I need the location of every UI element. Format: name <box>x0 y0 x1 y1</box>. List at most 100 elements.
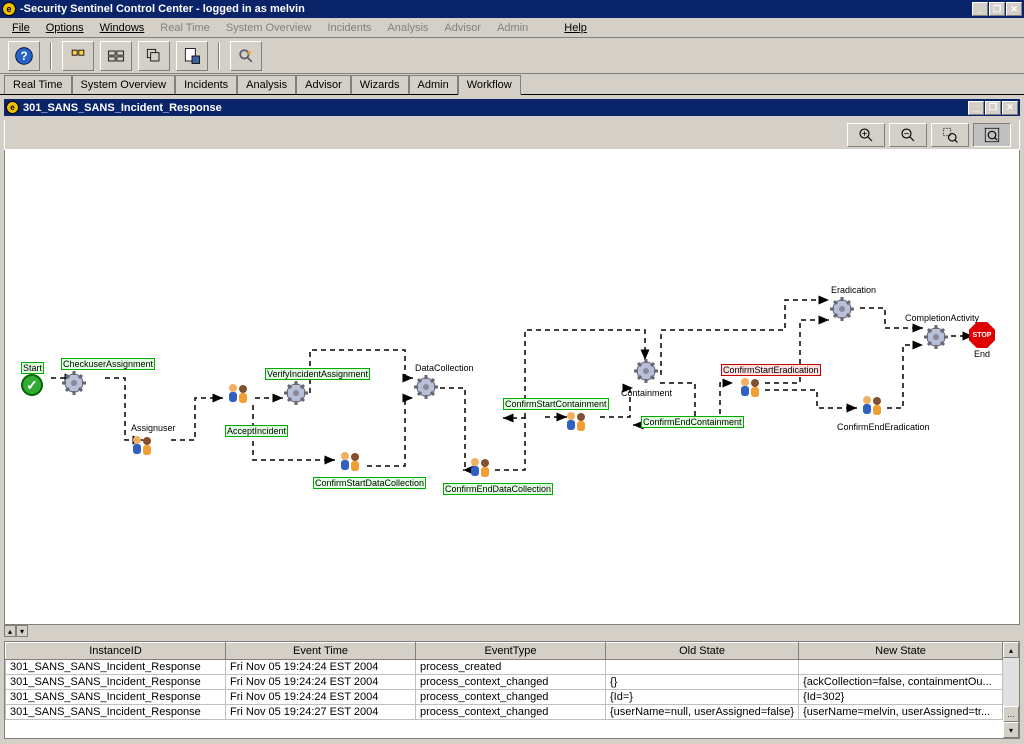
label-confirm-end-containment: ConfirmEndContainment <box>641 416 744 428</box>
menu-windows[interactable]: Windows <box>92 20 153 36</box>
tab-admin[interactable]: Admin <box>409 75 458 94</box>
inner-maximize-button[interactable]: ❐ <box>985 101 1001 115</box>
menu-help[interactable]: Help <box>556 20 595 36</box>
node-confirm-start-containment[interactable]: ConfirmStartContainment <box>503 398 609 437</box>
tab-wizards[interactable]: Wizards <box>351 75 409 94</box>
node-data-collection[interactable]: DataCollection <box>395 362 476 403</box>
node-confirm-start-eradication[interactable]: ConfirmStartEradication <box>721 364 821 403</box>
node-confirm-end-data-collection[interactable]: ConfirmEndDataCollection <box>443 456 553 495</box>
search-button[interactable] <box>230 41 262 71</box>
toolbar: ? <box>0 38 1024 74</box>
node-confirm-end-eradication[interactable]: ConfirmEndEradication <box>835 394 932 433</box>
inner-window-title: 301_SANS_SANS_Incident_Response <box>23 102 968 114</box>
save-view-button[interactable] <box>176 41 208 71</box>
menu-file[interactable]: File <box>4 20 38 36</box>
tab-advisor[interactable]: Advisor <box>296 75 351 94</box>
maximize-button[interactable]: ❐ <box>989 2 1005 16</box>
table-cell: Fri Nov 05 19:24:24 EST 2004 <box>226 690 416 705</box>
col-instanceid[interactable]: InstanceID <box>6 643 226 660</box>
scroll-ellipsis-button[interactable]: … <box>1003 706 1019 722</box>
label-confirm-end-eradication: ConfirmEndEradication <box>835 421 932 433</box>
node-confirm-start-data-collection[interactable]: ConfirmStartDataCollection <box>313 450 426 489</box>
scroll-up-button[interactable]: ▴ <box>1003 642 1019 658</box>
menu-admin: Admin <box>489 20 536 36</box>
scroll-down-button[interactable]: ▾ <box>1003 722 1019 738</box>
gear-icon <box>923 324 949 350</box>
help-button[interactable]: ? <box>8 41 40 71</box>
label-accept-incident: AcceptIncident <box>225 425 288 437</box>
cascade-button[interactable] <box>138 41 170 71</box>
col-oldstate[interactable]: Old State <box>606 643 799 660</box>
main-titlebar: e -Security Sentinel Control Center - lo… <box>0 0 1024 18</box>
view1-button[interactable] <box>62 41 94 71</box>
view2-button[interactable] <box>100 41 132 71</box>
col-newstate[interactable]: New State <box>799 643 1003 660</box>
label-confirm-start-data-collection: ConfirmStartDataCollection <box>313 477 426 489</box>
scroll-track[interactable] <box>1003 658 1019 706</box>
tabbar: Real Time System Overview Incidents Anal… <box>0 74 1024 95</box>
table-row[interactable]: 301_SANS_SANS_Incident_ResponseFri Nov 0… <box>6 660 1003 675</box>
zoom-region-button[interactable] <box>931 123 969 147</box>
people-icon <box>563 410 591 434</box>
menu-sysoverview: System Overview <box>218 20 320 36</box>
table-cell: {userName=null, userAssigned=false} <box>606 705 799 720</box>
events-table[interactable]: InstanceID Event Time EventType Old Stat… <box>5 642 1003 720</box>
label-confirm-end-data-collection: ConfirmEndDataCollection <box>443 483 553 495</box>
node-end[interactable]: STOP End <box>969 322 995 360</box>
table-cell: process_context_changed <box>416 690 606 705</box>
events-table-wrap: InstanceID Event Time EventType Old Stat… <box>4 641 1020 739</box>
zoom-in-button[interactable] <box>847 123 885 147</box>
node-verify-incident-assignment[interactable]: VerifyIncidentAssignment <box>265 368 370 409</box>
split-up-arrow[interactable]: ▴ <box>4 625 16 637</box>
table-cell: 301_SANS_SANS_Incident_Response <box>6 675 226 690</box>
label-containment: Containment <box>619 387 674 399</box>
zoom-toolbar <box>4 120 1020 150</box>
node-containment[interactable]: Containment <box>619 358 674 399</box>
zoom-fit-button[interactable] <box>973 123 1011 147</box>
stop-icon: STOP <box>969 322 995 348</box>
table-row[interactable]: 301_SANS_SANS_Incident_ResponseFri Nov 0… <box>6 675 1003 690</box>
node-check-user-assignment[interactable]: CheckuserAssignment <box>61 358 155 399</box>
table-row[interactable]: 301_SANS_SANS_Incident_ResponseFri Nov 0… <box>6 690 1003 705</box>
zoom-out-button[interactable] <box>889 123 927 147</box>
people-icon <box>225 382 253 406</box>
close-button[interactable]: ✕ <box>1006 2 1022 16</box>
window-title: -Security Sentinel Control Center - logg… <box>20 3 972 15</box>
table-cell: Fri Nov 05 19:24:24 EST 2004 <box>226 675 416 690</box>
label-assign-user: Assignuser <box>129 422 178 434</box>
tab-incidents[interactable]: Incidents <box>175 75 237 94</box>
node-assign-user[interactable]: Assignuser <box>129 422 178 461</box>
label-end: End <box>969 348 995 360</box>
node-eradication[interactable]: Eradication <box>815 284 878 325</box>
menu-analysis: Analysis <box>379 20 436 36</box>
node-confirm-end-containment[interactable]: ConfirmEndContainment <box>641 416 744 428</box>
menu-advisor: Advisor <box>436 20 489 36</box>
tab-workflow[interactable]: Workflow <box>458 75 521 95</box>
tab-sysoverview[interactable]: System Overview <box>72 75 176 94</box>
menu-options[interactable]: Options <box>38 20 92 36</box>
table-cell: Fri Nov 05 19:24:27 EST 2004 <box>226 705 416 720</box>
col-eventtype[interactable]: EventType <box>416 643 606 660</box>
table-cell: {Id=} <box>606 690 799 705</box>
split-down-arrow[interactable]: ▾ <box>16 625 28 637</box>
table-cell: 301_SANS_SANS_Incident_Response <box>6 705 226 720</box>
gear-icon <box>413 374 439 400</box>
people-icon <box>737 376 765 400</box>
people-icon <box>337 450 365 474</box>
inner-minimize-button[interactable]: _ <box>968 101 984 115</box>
table-row[interactable]: 301_SANS_SANS_Incident_ResponseFri Nov 0… <box>6 705 1003 720</box>
table-cell: 301_SANS_SANS_Incident_Response <box>6 690 226 705</box>
table-cell: process_context_changed <box>416 675 606 690</box>
menu-realtime: Real Time <box>152 20 218 36</box>
tab-realtime[interactable]: Real Time <box>4 75 72 94</box>
label-check-user-assignment: CheckuserAssignment <box>61 358 155 370</box>
tab-analysis[interactable]: Analysis <box>237 75 296 94</box>
menu-incidents: Incidents <box>319 20 379 36</box>
inner-close-button[interactable]: ✕ <box>1002 101 1018 115</box>
node-start[interactable]: Start ✓ <box>21 362 44 396</box>
table-scrollbar[interactable]: ▴ … ▾ <box>1003 642 1019 738</box>
workflow-canvas[interactable]: Start ✓ CheckuserAssignment Assignuser A… <box>4 150 1020 625</box>
label-start: Start <box>21 362 44 374</box>
col-eventtime[interactable]: Event Time <box>226 643 416 660</box>
minimize-button[interactable]: _ <box>972 2 988 16</box>
